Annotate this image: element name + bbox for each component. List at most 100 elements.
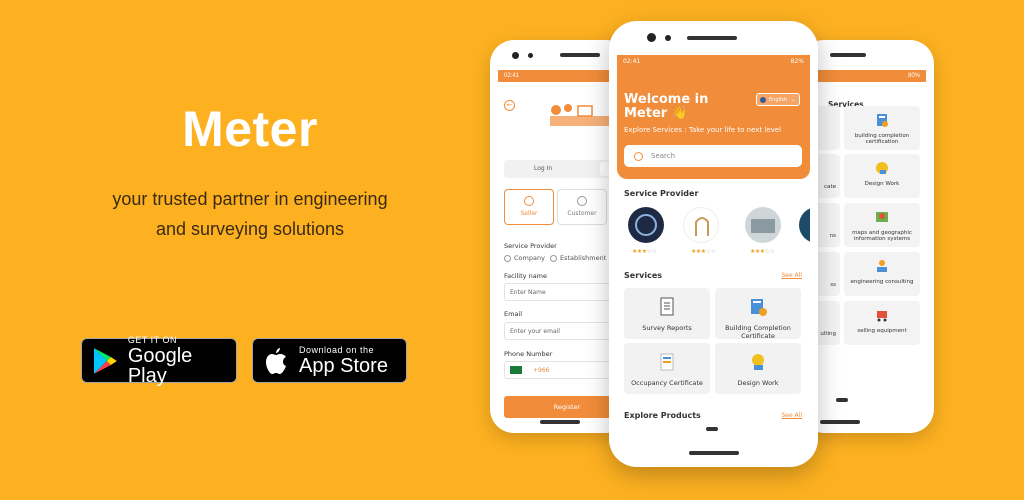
radio-establishment-label: Establishment (560, 254, 607, 262)
app-store-button[interactable]: Download on the App Store (252, 338, 407, 383)
services-see-all-link[interactable]: See All (781, 272, 802, 279)
status-time: 02:41 (504, 73, 520, 79)
phone-home: 02:41 82% Welcome in Meter 👋 English ⌄ E… (609, 21, 818, 467)
phone-input[interactable]: +966 (504, 361, 626, 379)
speaker-grille (687, 36, 737, 40)
app-title: Meter (182, 101, 318, 157)
provider-rating: ★★★☆☆ (691, 248, 716, 255)
welcome-text: Welcome in Meter (624, 92, 709, 121)
services-screen: Services cate ns ss ulting building comp… (800, 82, 926, 412)
radio-circle-icon (550, 254, 557, 262)
status-time: 02:41 (623, 58, 641, 65)
explore-tagline: : Take your life to next level (684, 126, 782, 134)
service-card[interactable]: engineering consulting (844, 252, 920, 296)
provider-avatar[interactable] (745, 207, 781, 243)
provider-avatar[interactable] (628, 207, 664, 243)
saudi-flag-icon (510, 366, 522, 374)
products-see-all-link[interactable]: See All (781, 412, 802, 419)
service-card-label: Design Work (864, 181, 900, 187)
radio-establishment[interactable]: Establishment (550, 254, 606, 262)
search-icon (634, 151, 643, 161)
home-header: 02:41 82% Welcome in Meter 👋 English ⌄ E… (617, 55, 810, 179)
provider-rating: ★★★☆☆ (632, 248, 657, 255)
chevron-down-icon: ⌄ (791, 96, 796, 103)
login-toggle[interactable]: Log In (504, 160, 626, 178)
home-indicator (540, 420, 580, 424)
phone-prefix: +966 (533, 367, 550, 374)
service-card-label: Survey Reports (642, 324, 692, 332)
welcome-title: Welcome in Meter 👋 (624, 93, 734, 121)
provider-rating: ★★★☆☆ (750, 248, 775, 255)
back-arrow-icon[interactable]: ← (504, 100, 515, 111)
radio-company-label: Company (514, 254, 545, 262)
services-title: Services (624, 271, 663, 280)
tagline-line-1: your trusted partner in engineering (112, 189, 388, 209)
search-placeholder: Search (651, 152, 676, 160)
service-card[interactable]: Building Completion Certificate (715, 288, 801, 340)
provider-logo-icon (635, 214, 657, 236)
service-card[interactable]: Design Work (844, 154, 920, 198)
building-certificate-icon (751, 299, 767, 316)
home-screen: 02:41 82% Welcome in Meter 👋 English ⌄ E… (617, 55, 810, 439)
design-icon (752, 354, 764, 370)
tab-login[interactable]: Log In (534, 165, 552, 172)
service-card-label: selling equipment (857, 328, 907, 334)
document-icon (660, 297, 674, 316)
google-play-button[interactable]: GET IT ON Google Play (81, 335, 237, 387)
provider-avatar[interactable] (799, 207, 810, 243)
language-select[interactable]: English ⌄ (756, 93, 800, 106)
provider-avatar[interactable] (683, 207, 719, 243)
seller-icon (524, 196, 534, 206)
camera-dot (647, 33, 656, 42)
google-play-small-text: GET IT ON (127, 335, 177, 345)
service-card[interactable]: Design Work (715, 343, 801, 394)
sensor-dot (528, 53, 533, 58)
wave-icon: 👋 (671, 106, 688, 121)
google-play-big-text: Google Play (127, 345, 193, 387)
email-label: Email (504, 310, 523, 318)
service-card-label: maps and geographic information systems (852, 230, 912, 242)
service-card[interactable]: selling equipment (844, 301, 920, 345)
service-card[interactable]: Survey Reports (624, 288, 710, 339)
service-card-label: building completion certification (854, 133, 910, 145)
radio-company[interactable]: Company (504, 254, 545, 262)
hero: Meter your trusted partner in engineerin… (60, 100, 440, 244)
service-card-label: Building Completion Certificate (725, 324, 791, 340)
map-icon (876, 212, 888, 222)
service-card[interactable]: Occupancy Certificate (624, 343, 710, 394)
role-seller[interactable]: Seller (504, 189, 554, 225)
search-input[interactable]: Search (624, 145, 802, 167)
role-customer[interactable]: Customer (557, 189, 607, 225)
consulting-icon (877, 260, 887, 272)
facility-label: Facility name (504, 272, 548, 280)
app-store-big-text: App Store (299, 355, 388, 377)
language-label: English (769, 96, 788, 103)
camera-dot (512, 52, 519, 59)
service-provider-label: Service Provider (504, 242, 557, 250)
customer-icon (577, 196, 587, 206)
email-input[interactable]: Enter your email (504, 322, 626, 340)
service-card-label: engineering consulting (850, 279, 914, 285)
service-card[interactable]: building completion certification (844, 106, 920, 150)
service-card-label: Design Work (737, 379, 779, 387)
apple-icon (266, 347, 286, 374)
tagline-line-2: and surveying solutions (155, 219, 345, 239)
certificate-icon (660, 353, 674, 371)
explore-line: Explore Services : Take your life to nex… (624, 126, 781, 134)
role-customer-label: Customer (567, 210, 597, 217)
uk-flag-icon (760, 96, 766, 103)
facility-input[interactable]: Enter Name (504, 283, 626, 301)
status-battery: 80% (907, 73, 920, 79)
provider-photo-icon (751, 219, 775, 233)
app-tagline: your trusted partner in engineering and … (60, 184, 440, 244)
meter-logo (550, 104, 610, 126)
sensor-dot (665, 35, 671, 41)
service-card-label: Occupancy Certificate (631, 379, 703, 387)
provider-logo-icon (695, 217, 709, 236)
home-indicator (836, 398, 848, 402)
explore-services-text: Explore Services (624, 126, 683, 134)
service-card[interactable]: maps and geographic information systems (844, 203, 920, 247)
home-indicator (689, 451, 739, 455)
home-indicator (820, 420, 860, 424)
speaker-grille (560, 53, 600, 57)
